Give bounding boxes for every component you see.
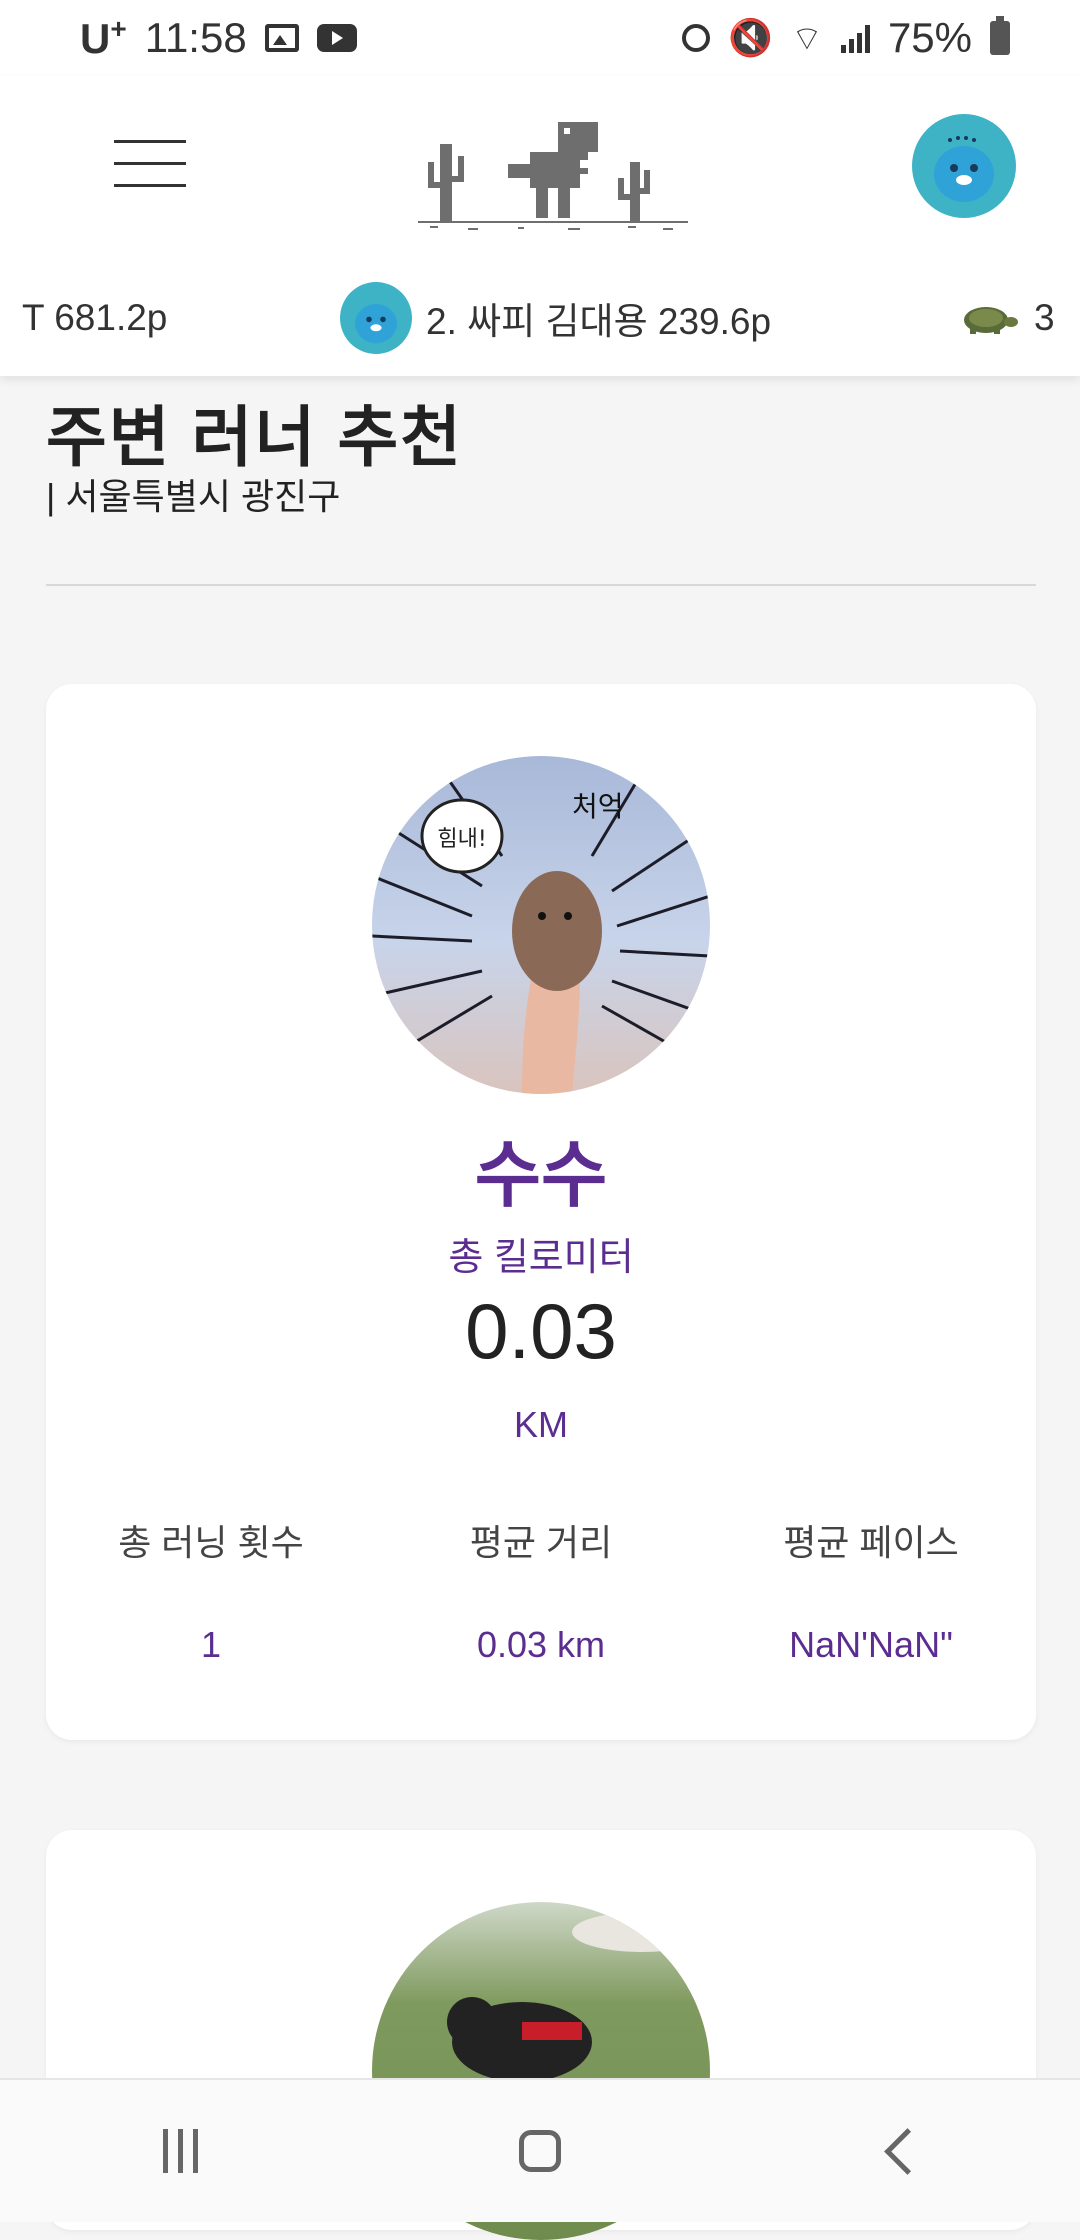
total-km-label: 총 킬로미터: [448, 1237, 634, 1279]
menu-button[interactable]: [114, 140, 186, 190]
speech-bubble-text: 힘내!: [437, 827, 486, 852]
gallery-notification-icon: [264, 24, 299, 52]
dino-logo[interactable]: [418, 122, 688, 232]
youtube-notification-icon: [316, 24, 357, 52]
location-label: | 서울특별시 광진구: [46, 476, 341, 517]
user-avatar[interactable]: [912, 114, 1016, 218]
runner-name: 수수: [474, 1136, 608, 1216]
stat-average-distance: 평균 거리 0.03 km: [376, 1514, 706, 1666]
carrier-label: U+: [80, 13, 127, 62]
stat-label: 총 러닝 횟수: [118, 1522, 304, 1563]
avatar-character-icon: [355, 304, 397, 344]
battery-percent: 75%: [887, 14, 972, 61]
ranking-avatar: [340, 282, 412, 354]
home-button[interactable]: [480, 2101, 600, 2201]
battery-icon: [990, 16, 1010, 55]
ranking-item[interactable]: T 681.2p: [22, 297, 167, 339]
stat-label: 평균 페이스: [783, 1522, 959, 1563]
page-title: 주변 러너 추천: [46, 400, 463, 474]
alarm-icon: [682, 24, 711, 52]
sound-effect-text: 처억: [572, 790, 624, 823]
turtle-icon: [964, 307, 1018, 334]
status-right: 🔇 ⌔ 75%: [682, 14, 1010, 62]
stat-label: 평균 거리: [469, 1522, 613, 1563]
stat-total-runs: 총 러닝 횟수 1: [46, 1514, 376, 1666]
profile-image: 힘내! 처억: [372, 756, 710, 1094]
stat-average-pace: 평균 페이스 NaN'NaN": [706, 1514, 1036, 1666]
back-button[interactable]: [840, 2101, 960, 2201]
back-icon: [883, 2127, 931, 2175]
wifi-icon: ⌔: [790, 19, 823, 58]
divider: [46, 584, 1036, 586]
home-icon: [519, 2130, 561, 2172]
signal-icon: [840, 23, 870, 53]
recents-button[interactable]: [120, 2101, 240, 2201]
stat-value: NaN'NaN": [789, 1624, 953, 1665]
ranking-item[interactable]: 2. 싸피 김대용 239.6p: [340, 282, 771, 354]
runner-card[interactable]: 힘내! 처억 수수 총 킬로미터 0.03 KM 총 러닝 횟수 1 평균 거리…: [46, 684, 1036, 1740]
clock: 11:58: [144, 14, 247, 61]
mute-icon: 🔇: [728, 17, 773, 58]
km-unit-label: KM: [514, 1404, 568, 1445]
runner-profile-picture: 힘내! 처억: [372, 756, 710, 1094]
recents-icon: [162, 2129, 198, 2173]
ranking-ticker: T 681.2p 2. 싸피 김대용 239.6p 3: [0, 268, 1080, 368]
total-km-value: 0.03: [465, 1287, 617, 1375]
ranking-item[interactable]: 3: [956, 294, 1055, 342]
status-bar: U+ 11:58 🔇 ⌔ 75%: [0, 0, 1080, 76]
stat-value: 1: [200, 1624, 222, 1665]
avatar-character-icon: [934, 136, 994, 202]
status-left: U+ 11:58: [80, 13, 357, 63]
system-nav-bar: [0, 2078, 1080, 2222]
runner-stats: 총 러닝 횟수 1 평균 거리 0.03 km 평균 페이스 NaN'NaN": [46, 1514, 1036, 1666]
menu-icon: [114, 140, 186, 143]
app-header: T 681.2p 2. 싸피 김대용 239.6p 3: [0, 76, 1080, 376]
stat-value: 0.03 km: [476, 1624, 606, 1665]
